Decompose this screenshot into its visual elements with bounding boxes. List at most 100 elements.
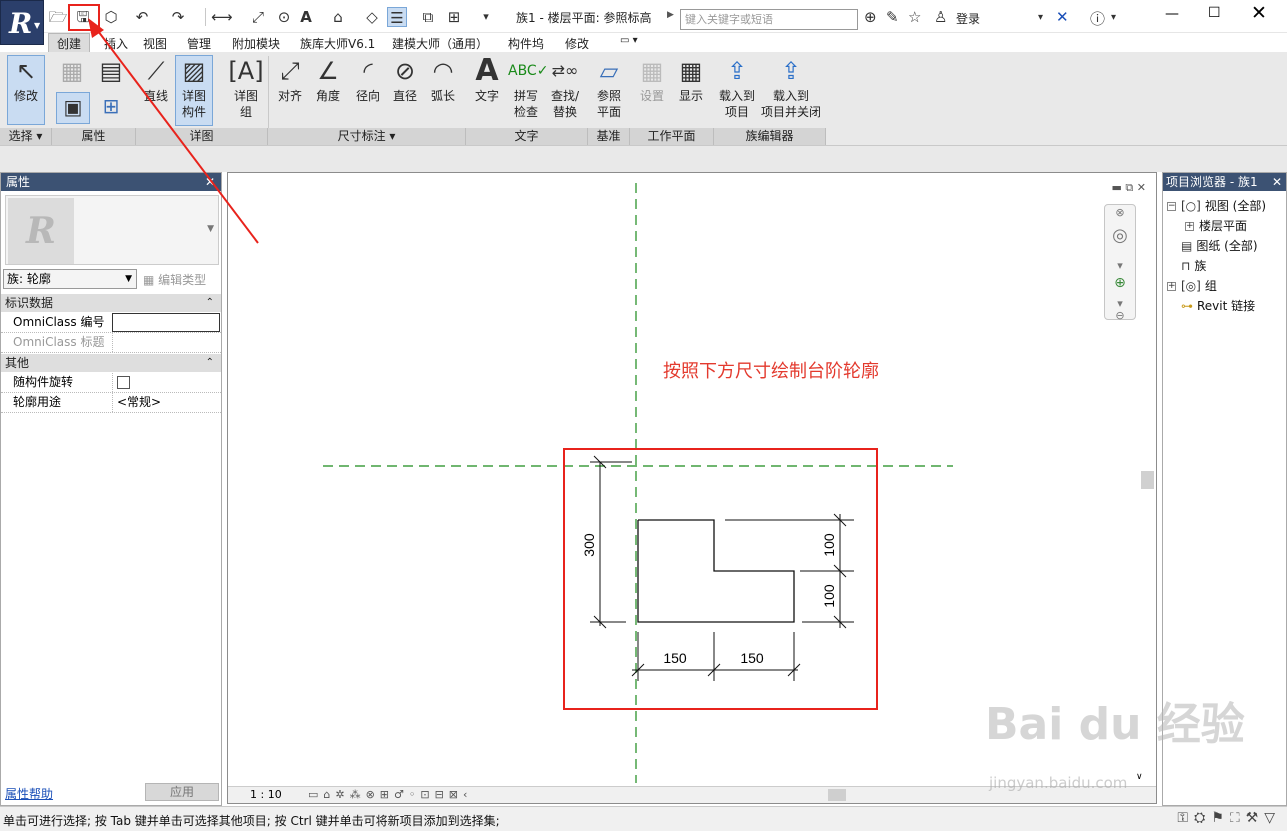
- tree-item-families[interactable]: ⊓ 族: [1181, 257, 1206, 274]
- load-label-2: 项目: [724, 105, 749, 119]
- revit-logo-icon: R: [9, 7, 33, 40]
- type-properties-button[interactable]: ⊞: [96, 92, 126, 122]
- help-icon[interactable]: ⓘ: [1090, 8, 1105, 29]
- detail-line-button[interactable]: ⟋ 直线: [140, 56, 172, 104]
- favorites-star-icon[interactable]: ☆: [908, 8, 921, 26]
- binoculars-icon[interactable]: ⊕: [864, 8, 877, 26]
- login-link[interactable]: 登录: [956, 10, 980, 27]
- prop-section-identity[interactable]: 标识数据 ⌃: [1, 294, 221, 312]
- properties-panel-label: 属性: [52, 128, 136, 145]
- maximize-button[interactable]: ☐: [1208, 5, 1221, 21]
- arc-length-button[interactable]: ◠ 弧长: [425, 56, 461, 104]
- load-into-project-button[interactable]: ⇪ 载入到 项目: [716, 56, 758, 120]
- workplane-panel-label: 工作平面: [630, 128, 714, 145]
- section-icon[interactable]: ◇: [362, 7, 382, 27]
- diameter-dimension-button[interactable]: ⊘ 直径: [387, 56, 423, 104]
- find-replace-button[interactable]: ⇄∞ 查找/ 替换: [546, 56, 584, 120]
- detail-component-button[interactable]: ▨ 详图 构件: [175, 55, 213, 126]
- find-label-2: 替换: [552, 105, 577, 119]
- tree-item-groups[interactable]: + [◎] 组: [1167, 277, 1217, 294]
- dimension-panel-label[interactable]: 尺寸标注 ▾: [268, 128, 466, 145]
- detail-group-button[interactable]: [A] 详图 组: [228, 56, 264, 120]
- tab-component-dock[interactable]: 构件坞: [508, 35, 544, 52]
- text-icon[interactable]: A: [296, 7, 316, 27]
- apply-button[interactable]: 应用: [145, 783, 219, 801]
- close-button[interactable]: ✕: [1251, 2, 1267, 24]
- expand-icon[interactable]: +: [1167, 282, 1176, 291]
- family-types-button[interactable]: ▤: [96, 56, 126, 88]
- properties-help-link[interactable]: 属性帮助: [5, 785, 53, 802]
- login-dropdown-icon[interactable]: ▾: [1038, 12, 1043, 23]
- spelling-button[interactable]: ABC✓ 拼写 检查: [508, 56, 548, 120]
- set-label: 设置: [639, 89, 664, 103]
- tab-insert[interactable]: 插入: [104, 35, 128, 52]
- aligned-dimension-button[interactable]: ⤢ 对齐: [272, 56, 308, 104]
- prop-section-other[interactable]: 其他 ⌃: [1, 354, 221, 372]
- rotate-checkbox[interactable]: [117, 376, 130, 389]
- user-icon[interactable]: ♙: [934, 8, 947, 26]
- view-control-icons[interactable]: ▭⌂✲⁂⊗⊞♂◦⊡⊟⊠‹: [308, 787, 472, 803]
- sync-icon[interactable]: ⬡: [101, 7, 121, 27]
- family-filter-select[interactable]: 族: 轮廓 ▼: [3, 269, 137, 289]
- load-and-close-button[interactable]: ⇪ 载入到 项目并关闭: [758, 56, 824, 120]
- type-selector[interactable]: R ▼: [5, 195, 219, 265]
- search-expand-icon[interactable]: ▶: [667, 10, 674, 20]
- help-dropdown-icon[interactable]: ▾: [1111, 12, 1116, 23]
- tree-item-views[interactable]: − [○] 视图 (全部): [1167, 197, 1266, 214]
- close-icon[interactable]: ✕: [205, 173, 215, 191]
- collapse-icon[interactable]: −: [1167, 202, 1176, 211]
- profile-usage-value[interactable]: <常规>: [112, 393, 220, 412]
- tree-item-sheets[interactable]: ▤ 图纸 (全部): [1181, 237, 1258, 254]
- customize-toolbar-icon[interactable]: ▾: [476, 7, 496, 27]
- tab-minimize-ribbon[interactable]: ▭ ▾: [620, 35, 638, 46]
- tree-item-revit-links[interactable]: ⊶ Revit 链接: [1181, 297, 1255, 314]
- tab-family-library[interactable]: 族库大师V6.1: [300, 35, 375, 52]
- watermark-url: jingyan.baidu.com: [989, 774, 1128, 792]
- reference-plane-button[interactable]: ▱ 参照 平面: [592, 56, 626, 120]
- close-hidden-icon[interactable]: ⧉: [418, 7, 438, 27]
- show-workplane-button[interactable]: ▦ 显示: [675, 56, 707, 104]
- thin-lines-icon[interactable]: ☰: [387, 7, 407, 27]
- family-category-button[interactable]: ▦: [57, 56, 87, 88]
- properties-button[interactable]: ▣: [56, 92, 90, 124]
- measure-icon[interactable]: ⟷: [211, 7, 233, 27]
- switch-windows-icon[interactable]: ⊞: [444, 7, 464, 27]
- tree-label: 视图 (全部): [1204, 199, 1267, 213]
- open-icon[interactable]: 🗁: [48, 7, 68, 27]
- tab-modeling-master[interactable]: 建模大师（通用）: [392, 35, 488, 52]
- set-workplane-button[interactable]: ▦ 设置: [636, 56, 668, 104]
- tab-view[interactable]: 视图: [143, 35, 167, 52]
- close-icon[interactable]: ✕: [1272, 173, 1282, 191]
- minimize-button[interactable]: —: [1165, 6, 1179, 22]
- expand-icon[interactable]: +: [1185, 222, 1194, 231]
- view-scale[interactable]: 1 : 10: [250, 787, 282, 803]
- prop-row-profile-usage: 轮廓用途 <常规>: [1, 393, 221, 413]
- undo-icon[interactable]: ↶: [132, 7, 152, 27]
- 3d-view-icon[interactable]: ⌂: [328, 7, 348, 27]
- horizontal-scroll-thumb[interactable]: [828, 789, 846, 801]
- application-menu-button[interactable]: R ▼: [0, 0, 44, 45]
- radial-dimension-button[interactable]: ◜ 径向: [350, 56, 386, 104]
- tag-icon[interactable]: ⊙: [274, 7, 294, 27]
- prop-key: OmniClass 标题: [13, 335, 105, 349]
- tree-item-floor-plans[interactable]: + 楼层平面: [1185, 217, 1247, 234]
- aligned-dimension-icon[interactable]: ⤢: [248, 7, 268, 27]
- omniclass-number-input[interactable]: [112, 313, 220, 332]
- properties-header: 属性 ✕: [1, 173, 221, 191]
- search-input[interactable]: 键入关键字或短语: [680, 9, 858, 30]
- scroll-down-icon[interactable]: ∨: [1136, 769, 1143, 785]
- select-panel-label[interactable]: 选择 ▾: [0, 128, 52, 145]
- angular-dimension-button[interactable]: ∠ 角度: [310, 56, 346, 104]
- edit-type-button[interactable]: ▦ 编辑类型: [143, 271, 206, 288]
- selection-filter-icons[interactable]: ⚿⛭⚑⛶⚒▽: [1177, 810, 1281, 826]
- tab-create[interactable]: 创建: [48, 33, 91, 54]
- subscription-icon[interactable]: ✎: [886, 8, 899, 26]
- text-button[interactable]: A 文字: [470, 56, 504, 104]
- modify-button[interactable]: ↖ 修改: [7, 55, 45, 125]
- detail-group-icon: [A]: [228, 57, 264, 85]
- tab-addins[interactable]: 附加模块: [232, 35, 280, 52]
- tab-manage[interactable]: 管理: [187, 35, 211, 52]
- redo-icon[interactable]: ↷: [168, 7, 188, 27]
- exchange-apps-icon[interactable]: ✕: [1056, 8, 1069, 26]
- tab-modify[interactable]: 修改: [565, 35, 589, 52]
